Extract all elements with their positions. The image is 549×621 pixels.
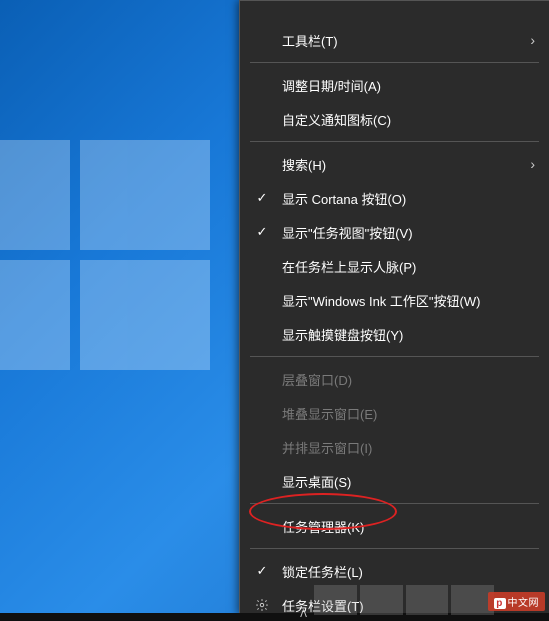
windows-logo [0,140,240,440]
menu-label: 搜索(H) [282,155,326,174]
menu-separator [250,141,539,142]
menu-item-show-people[interactable]: 在任务栏上显示人脉(P) [240,249,549,283]
menu-item-task-manager[interactable]: 任务管理器(K) [240,509,549,543]
checkmark-icon: ✓ [254,190,270,206]
checkmark-icon: ✓ [254,224,270,240]
watermark-text: 中文网 [508,598,540,609]
decorative-blocks [314,585,494,615]
menu-separator [250,503,539,504]
gear-icon [254,597,270,613]
chevron-right-icon: › [530,32,535,48]
menu-label: 显示桌面(S) [282,472,351,491]
menu-item-side-by-side: 并排显示窗口(I) [240,430,549,464]
menu-item-cascade-windows: 层叠窗口(D) [240,362,549,396]
checkmark-icon: ✓ [254,563,270,579]
desktop-background: 工具栏(T) › 调整日期/时间(A) 自定义通知图标(C) 搜索(H) › ✓… [0,0,549,621]
chevron-right-icon: › [530,156,535,172]
menu-label: 在任务栏上显示人脉(P) [282,257,416,276]
taskbar-context-menu: 工具栏(T) › 调整日期/时间(A) 自定义通知图标(C) 搜索(H) › ✓… [239,0,549,615]
menu-item-lock-taskbar[interactable]: ✓ 锁定任务栏(L) [240,554,549,588]
menu-item-show-cortana[interactable]: ✓ 显示 Cortana 按钮(O) [240,181,549,215]
menu-item-customize-notifications[interactable]: 自定义通知图标(C) [240,102,549,136]
menu-label: 显示 Cortana 按钮(O) [282,189,406,208]
tray-chevron-up-icon[interactable]: ᐱ [300,609,307,620]
menu-label: 显示"任务视图"按钮(V) [282,223,413,242]
menu-label: 锁定任务栏(L) [282,562,363,581]
menu-item-search[interactable]: 搜索(H) › [240,147,549,181]
php-icon: p [494,598,506,609]
menu-label: 层叠窗口(D) [282,370,352,389]
menu-label: 调整日期/时间(A) [282,76,381,95]
menu-item-show-windows-ink[interactable]: 显示"Windows Ink 工作区"按钮(W) [240,283,549,317]
menu-separator [250,548,539,549]
watermark-logo: p中文网 [488,592,546,611]
menu-separator [250,356,539,357]
menu-label: 自定义通知图标(C) [282,110,391,129]
menu-item-stack-windows: 堆叠显示窗口(E) [240,396,549,430]
menu-label: 任务管理器(K) [282,517,364,536]
menu-label: 工具栏(T) [282,31,338,50]
menu-item-show-desktop[interactable]: 显示桌面(S) [240,464,549,498]
menu-label: 显示"Windows Ink 工作区"按钮(W) [282,291,480,310]
menu-item-show-touch-keyboard[interactable]: 显示触摸键盘按钮(Y) [240,317,549,351]
menu-item-toolbars[interactable]: 工具栏(T) › [240,23,549,57]
menu-item-adjust-date-time[interactable]: 调整日期/时间(A) [240,68,549,102]
menu-item-show-task-view[interactable]: ✓ 显示"任务视图"按钮(V) [240,215,549,249]
menu-separator [250,62,539,63]
menu-label: 显示触摸键盘按钮(Y) [282,325,403,344]
menu-label: 并排显示窗口(I) [282,438,372,457]
menu-label: 堆叠显示窗口(E) [282,404,377,423]
